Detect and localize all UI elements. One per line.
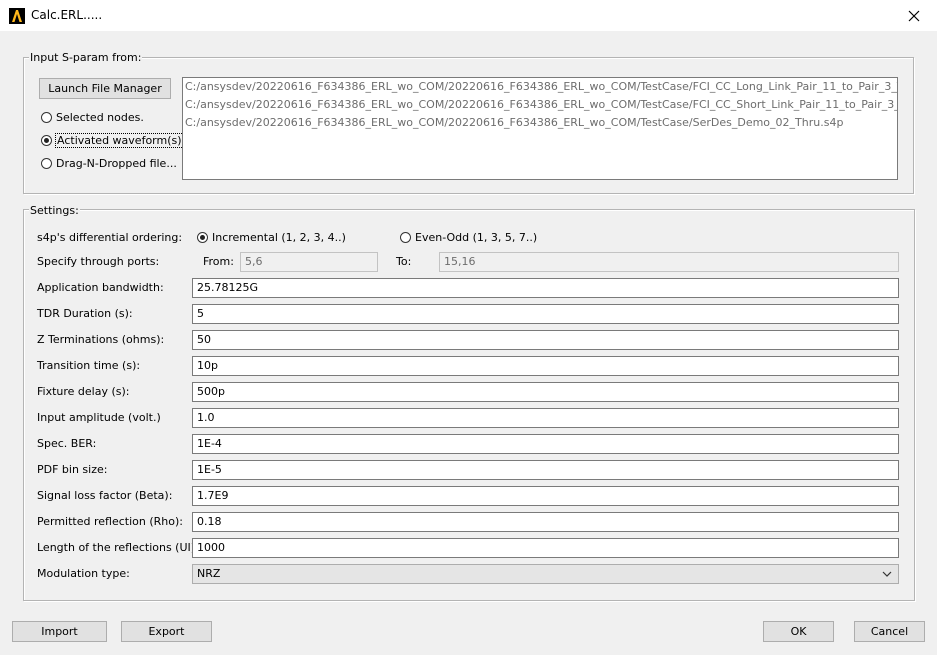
radio-even-odd[interactable]: Even-Odd (1, 3, 5, 7..) bbox=[400, 231, 537, 244]
radio-incremental-label: Incremental (1, 2, 3, 4..) bbox=[212, 231, 346, 244]
spec-ber-input[interactable]: 1E-4 bbox=[192, 434, 899, 454]
close-icon bbox=[908, 10, 920, 21]
transition-time-input[interactable]: 10p bbox=[192, 356, 899, 376]
to-label: To: bbox=[396, 255, 412, 268]
modulation-type-select[interactable]: NRZ bbox=[192, 564, 899, 584]
radio-selected-nodes[interactable]: Selected nodes. bbox=[41, 111, 144, 124]
ok-button[interactable]: OK bbox=[763, 621, 834, 642]
radio-drag-n-dropped[interactable]: Drag-N-Dropped file... bbox=[41, 157, 177, 170]
launch-file-manager-button[interactable]: Launch File Manager bbox=[39, 78, 171, 99]
input-sparam-group-label: Input S-param from: bbox=[29, 51, 143, 64]
ansys-logo-icon bbox=[9, 8, 25, 24]
ordering-label: s4p's differential ordering: bbox=[37, 231, 183, 244]
from-ports-input[interactable]: 5,6 bbox=[240, 252, 378, 272]
from-label: From: bbox=[203, 255, 234, 268]
radio-dot bbox=[41, 112, 52, 123]
radio-drag-n-dropped-label: Drag-N-Dropped file... bbox=[56, 157, 177, 170]
to-ports-input[interactable]: 15,16 bbox=[439, 252, 899, 272]
tdr-duration-input[interactable]: 5 bbox=[192, 304, 899, 324]
file-list-item[interactable]: C:/ansysdev/20220616_F634386_ERL_wo_COM/… bbox=[183, 96, 897, 114]
z-terminations-label: Z Terminations (ohms): bbox=[37, 333, 165, 346]
pdf-bin-size-label: PDF bin size: bbox=[37, 463, 108, 476]
title-bar: Calc.ERL..... bbox=[0, 0, 937, 31]
signal-loss-factor-label: Signal loss factor (Beta): bbox=[37, 489, 173, 502]
tdr-duration-label: TDR Duration (s): bbox=[37, 307, 133, 320]
pdf-bin-size-input[interactable]: 1E-5 bbox=[192, 460, 899, 480]
application-bandwidth-input[interactable]: 25.78125G bbox=[192, 278, 899, 298]
settings-group-label: Settings: bbox=[29, 204, 80, 217]
fixture-delay-label: Fixture delay (s): bbox=[37, 385, 130, 398]
transition-time-label: Transition time (s): bbox=[37, 359, 141, 372]
radio-even-odd-label: Even-Odd (1, 3, 5, 7..) bbox=[415, 231, 538, 244]
file-list-item[interactable]: C:/ansysdev/20220616_F634386_ERL_wo_COM/… bbox=[183, 114, 897, 132]
permitted-reflection-input[interactable]: 0.18 bbox=[192, 512, 899, 532]
z-terminations-input[interactable]: 50 bbox=[192, 330, 899, 350]
through-ports-label: Specify through ports: bbox=[37, 255, 160, 268]
radio-dot bbox=[41, 158, 52, 169]
file-list[interactable]: C:/ansysdev/20220616_F634386_ERL_wo_COM/… bbox=[182, 77, 898, 180]
chevron-down-icon bbox=[882, 571, 892, 577]
radio-incremental[interactable]: Incremental (1, 2, 3, 4..) bbox=[197, 231, 346, 244]
length-of-reflections-label: Length of the reflections (UI): bbox=[37, 541, 199, 554]
signal-loss-factor-input[interactable]: 1.7E9 bbox=[192, 486, 899, 506]
length-of-reflections-input[interactable]: 1000 bbox=[192, 538, 899, 558]
radio-dot bbox=[400, 232, 411, 243]
radio-dot bbox=[197, 232, 208, 243]
file-list-item[interactable]: C:/ansysdev/20220616_F634386_ERL_wo_COM/… bbox=[183, 78, 897, 96]
import-button[interactable]: Import bbox=[12, 621, 107, 642]
input-amplitude-input[interactable]: 1.0 bbox=[192, 408, 899, 428]
application-bandwidth-label: Application bandwidth: bbox=[37, 281, 164, 294]
input-amplitude-label: Input amplitude (volt.) bbox=[37, 411, 161, 424]
radio-selected-nodes-label: Selected nodes. bbox=[56, 111, 144, 124]
radio-activated-waveforms[interactable]: Activated waveform(s) bbox=[41, 133, 184, 148]
fixture-delay-input[interactable]: 500p bbox=[192, 382, 899, 402]
radio-dot bbox=[41, 135, 52, 146]
radio-activated-waveforms-label: Activated waveform(s) bbox=[55, 133, 184, 148]
export-button[interactable]: Export bbox=[121, 621, 212, 642]
spec-ber-label: Spec. BER: bbox=[37, 437, 97, 450]
modulation-type-value: NRZ bbox=[197, 567, 221, 580]
close-button[interactable] bbox=[891, 0, 937, 31]
permitted-reflection-label: Permitted reflection (Rho): bbox=[37, 515, 183, 528]
window-title: Calc.ERL..... bbox=[31, 8, 103, 22]
modulation-type-label: Modulation type: bbox=[37, 567, 130, 580]
cancel-button[interactable]: Cancel bbox=[854, 621, 925, 642]
